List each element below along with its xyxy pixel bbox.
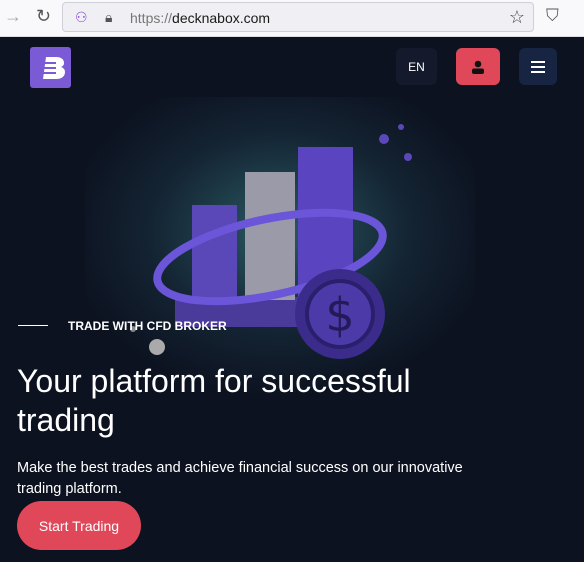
hero-chart-illustration: $ [85, 97, 475, 397]
reload-icon[interactable]: ↻ [36, 6, 51, 27]
browser-toolbar: → ↻ ⚇ 🔒︎ https://decknabox.com ☆ ⛉ [0, 0, 584, 37]
account-button[interactable] [456, 48, 500, 85]
kicker-divider [18, 325, 48, 326]
user-icon [472, 60, 484, 74]
hero-kicker: TRADE WITH CFD BROKER [68, 319, 227, 333]
hero-description: Make the best trades and achieve financi… [17, 460, 463, 497]
address-bar[interactable]: ⚇ 🔒︎ https://decknabox.com ☆ [62, 2, 534, 32]
lock-icon[interactable]: 🔒︎ [105, 9, 112, 26]
back-arrow-icon[interactable]: → [4, 6, 22, 27]
language-button[interactable]: EN [396, 48, 437, 85]
url-scheme: https:// [130, 10, 173, 26]
hamburger-icon [531, 60, 545, 73]
shield-icon[interactable]: ⛉ [546, 6, 559, 26]
hero-title: Your platform for successful trading [17, 363, 411, 438]
permissions-icon[interactable]: ⚇ [75, 9, 88, 26]
brand-logo[interactable] [30, 47, 71, 88]
bookmark-star-icon[interactable]: ☆ [509, 7, 525, 28]
start-trading-button[interactable]: Start Trading [17, 501, 141, 550]
url-domain: decknabox.com [172, 10, 271, 26]
menu-button[interactable] [519, 48, 557, 85]
svg-text:$: $ [325, 288, 354, 342]
page: EN $ TRADE WITH CFD BROKER Your platform… [0, 37, 584, 562]
